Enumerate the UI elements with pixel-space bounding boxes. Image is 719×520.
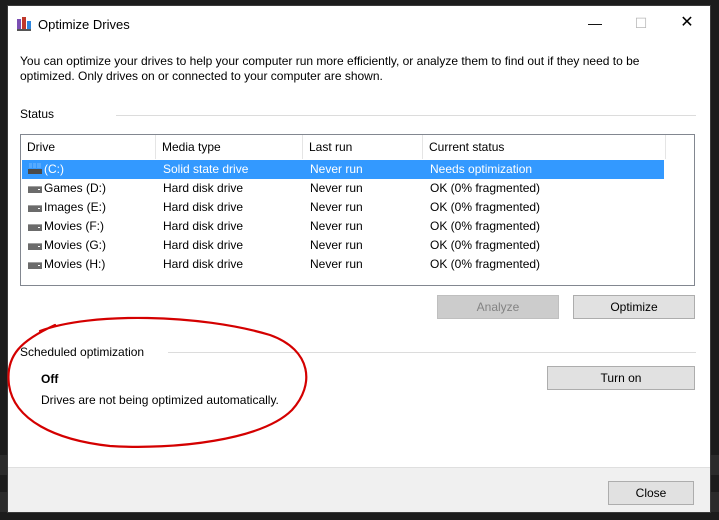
hard-drive-icon — [28, 184, 42, 193]
media-type: Hard disk drive — [163, 181, 244, 195]
scheduled-group-label: Scheduled optimization — [20, 345, 145, 359]
close-button[interactable]: Close — [608, 481, 694, 505]
scheduled-divider — [168, 352, 696, 353]
drives-list[interactable]: Drive Media type Last run Current status… — [20, 134, 695, 286]
drive-row-e[interactable]: Images (E:) Hard disk drive Never run OK… — [22, 198, 664, 217]
last-run: Never run — [310, 219, 363, 233]
drive-name: (C:) — [44, 162, 64, 176]
media-type: Hard disk drive — [163, 219, 244, 233]
schedule-state: Off — [41, 372, 59, 386]
drive-name: Images (E:) — [44, 200, 107, 214]
hard-drive-icon — [28, 260, 42, 269]
optimize-drives-app-icon — [17, 17, 31, 31]
drive-name: Movies (H:) — [44, 257, 106, 271]
description-text: You can optimize your drives to help you… — [20, 54, 640, 83]
last-run: Never run — [310, 181, 363, 195]
window-title: Optimize Drives — [38, 17, 130, 32]
hard-drive-icon — [28, 222, 42, 231]
schedule-description: Drives are not being optimized automatic… — [41, 393, 279, 407]
analyze-button[interactable]: Analyze — [437, 295, 559, 319]
drive-row-g[interactable]: Movies (G:) Hard disk drive Never run OK… — [22, 236, 664, 255]
title-bar[interactable]: Optimize Drives — ☐ ✕ — [8, 6, 710, 40]
column-header-drive[interactable]: Drive — [21, 135, 156, 159]
ssd-icon — [28, 163, 42, 174]
drive-name: Movies (F:) — [44, 219, 104, 233]
media-type: Hard disk drive — [163, 257, 244, 271]
hard-drive-icon — [28, 241, 42, 250]
status-divider — [116, 115, 696, 116]
column-header-current-status[interactable]: Current status — [423, 135, 666, 159]
drive-row-h[interactable]: Movies (H:) Hard disk drive Never run OK… — [22, 255, 664, 274]
current-status: OK (0% fragmented) — [430, 219, 541, 233]
last-run: Never run — [310, 162, 363, 176]
column-header-last-run[interactable]: Last run — [303, 135, 423, 159]
turn-on-button[interactable]: Turn on — [547, 366, 695, 390]
drive-name: Games (D:) — [44, 181, 107, 195]
hard-drive-icon — [28, 203, 42, 212]
minimize-button[interactable]: — — [572, 6, 618, 40]
current-status: OK (0% fragmented) — [430, 200, 541, 214]
current-status: Needs optimization — [430, 162, 533, 176]
media-type: Solid state drive — [163, 162, 249, 176]
drive-row-d[interactable]: Games (D:) Hard disk drive Never run OK … — [22, 179, 664, 198]
current-status: OK (0% fragmented) — [430, 257, 541, 271]
current-status: OK (0% fragmented) — [430, 181, 541, 195]
current-status: OK (0% fragmented) — [430, 238, 541, 252]
last-run: Never run — [310, 238, 363, 252]
drive-row-c[interactable]: (C:) Solid state drive Never run Needs o… — [22, 160, 664, 179]
column-header-media-type[interactable]: Media type — [156, 135, 303, 159]
list-header: Drive Media type Last run Current status — [21, 135, 694, 159]
media-type: Hard disk drive — [163, 200, 244, 214]
status-group-label: Status — [20, 107, 55, 121]
close-window-button[interactable]: ✕ — [664, 6, 710, 40]
media-type: Hard disk drive — [163, 238, 244, 252]
last-run: Never run — [310, 257, 363, 271]
optimize-button[interactable]: Optimize — [573, 295, 695, 319]
last-run: Never run — [310, 200, 363, 214]
maximize-button[interactable]: ☐ — [618, 6, 664, 40]
dialog-footer: Close — [8, 467, 710, 512]
optimize-drives-window: Optimize Drives — ☐ ✕ You can optimize y… — [7, 5, 711, 513]
drive-name: Movies (G:) — [44, 238, 107, 252]
drive-row-f[interactable]: Movies (F:) Hard disk drive Never run OK… — [22, 217, 664, 236]
